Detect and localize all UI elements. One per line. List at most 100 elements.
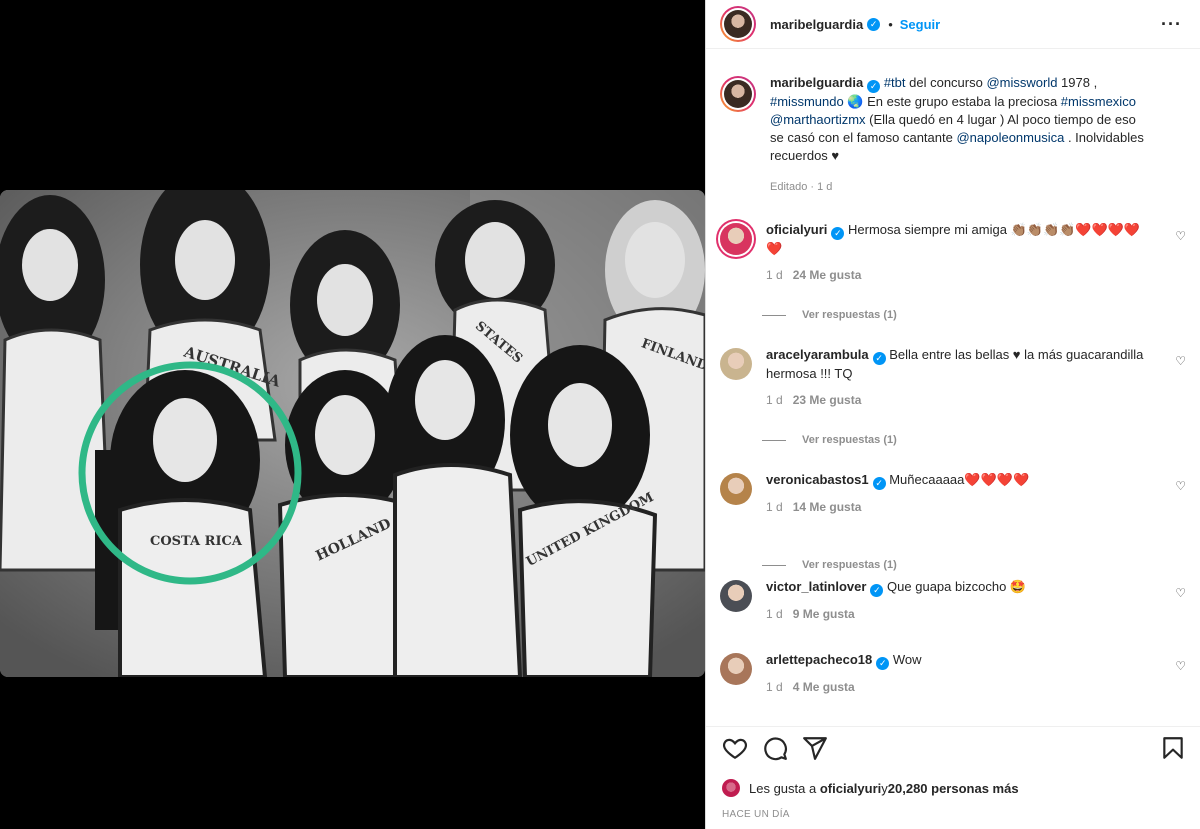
comment-heart-icon[interactable]: ♡: [1175, 354, 1186, 368]
group-photo-illustration: AUSTRALIA STATES FINLAND COSTA RICA HOLL…: [0, 190, 705, 677]
author-username[interactable]: maribelguardia: [770, 17, 863, 32]
comment-meta: 1 d 14 Me gusta: [766, 500, 1146, 514]
commenter-avatar[interactable]: [720, 473, 752, 505]
comment-message: Wow: [889, 652, 922, 667]
commenter-avatar[interactable]: [720, 348, 752, 380]
post-media-panel: AUSTRALIA STATES FINLAND COSTA RICA HOLL…: [0, 0, 705, 829]
comment-message: Muñecaaaaa❤️❤️❤️❤️: [885, 472, 1030, 487]
verified-badge-icon: ✓: [831, 227, 845, 240]
comment-body: victor_latinlover ✓ Que guapa bizcocho 🤩 1…: [766, 578, 1146, 621]
comment-like-count[interactable]: 24 Me gusta: [793, 268, 862, 282]
commenter-avatar[interactable]: [720, 653, 752, 685]
comment-age[interactable]: 1 d: [766, 500, 783, 514]
caption-link[interactable]: @napoleonmusica: [956, 130, 1064, 145]
comment-age[interactable]: 1 d: [766, 268, 783, 282]
comment-item: arlettepacheco18 ✓ Wow 1 d 4 Me gusta ♡: [720, 651, 1186, 694]
comment-age[interactable]: 1 d: [766, 680, 783, 694]
likes-prefix: Les gusta a: [749, 780, 817, 796]
share-icon[interactable]: [802, 735, 828, 761]
comment-username[interactable]: aracelyarambula: [766, 347, 869, 362]
comment-icon[interactable]: [762, 735, 788, 761]
comment-body: oficialyuri ✓ Hermosa siempre mi amiga 👏🏽…: [766, 221, 1146, 282]
comment-item: veronicabastos1 ✓ Muñecaaaaa❤️❤️❤️❤️ 1 d 14…: [720, 471, 1186, 514]
verified-badge-icon: ✓: [870, 584, 884, 597]
caption-link[interactable]: #missmundo: [770, 94, 844, 109]
comment-meta: 1 d 9 Me gusta: [766, 607, 1146, 621]
liker-username[interactable]: oficialyuri: [820, 781, 881, 796]
comment-like-count[interactable]: 14 Me gusta: [793, 500, 862, 514]
comment-like-count[interactable]: 4 Me gusta: [793, 680, 855, 694]
comment-meta: 1 d 23 Me gusta: [766, 393, 1146, 407]
comment-meta: 1 d 4 Me gusta: [766, 680, 1146, 694]
heart-icon[interactable]: [722, 735, 748, 761]
post-photo[interactable]: AUSTRALIA STATES FINLAND COSTA RICA HOLL…: [0, 190, 705, 677]
caption-link[interactable]: @missworld: [986, 75, 1057, 90]
verified-badge-icon: ✓: [867, 80, 881, 93]
comment-username[interactable]: arlettepacheco18: [766, 652, 872, 667]
comment-body: aracelyarambula ✓ Bella entre las bellas …: [766, 346, 1146, 407]
view-replies-link[interactable]: Ver respuestas (1): [762, 434, 897, 446]
post-details-panel: maribelguardia ✓ • Seguir ··· maribelgua…: [705, 0, 1200, 829]
action-bar: Les gusta a oficialyuri y 20,280 persona…: [706, 726, 1200, 829]
caption-text-part: 1978 ,: [1057, 75, 1098, 90]
comment-username[interactable]: oficialyuri: [766, 222, 827, 237]
comment-username[interactable]: victor_latinlover: [766, 579, 866, 594]
comment-username[interactable]: veronicabastos1: [766, 472, 869, 487]
comment-heart-icon[interactable]: ♡: [1175, 659, 1186, 673]
more-options-icon[interactable]: ···: [1161, 14, 1182, 35]
commenter-avatar[interactable]: [720, 580, 752, 612]
replies-divider: [762, 564, 786, 566]
commenter-avatar[interactable]: [720, 223, 752, 255]
view-replies-link[interactable]: Ver respuestas (1): [762, 309, 897, 321]
post-timestamp: HACE UN DÍA: [722, 809, 790, 820]
replies-label: Ver respuestas (1): [802, 559, 897, 571]
comment-body: arlettepacheco18 ✓ Wow 1 d 4 Me gusta: [766, 651, 1146, 694]
comment-heart-icon[interactable]: ♡: [1175, 229, 1186, 243]
likes-summary: Les gusta a oficialyuri y 20,280 persona…: [722, 779, 1019, 797]
caption-link[interactable]: #missmexico: [1061, 94, 1136, 109]
comment-item: victor_latinlover ✓ Que guapa bizcocho 🤩 1…: [720, 578, 1186, 621]
verified-badge-icon: ✓: [876, 657, 890, 670]
comment-item: aracelyarambula ✓ Bella entre las bellas …: [720, 346, 1186, 407]
comment-message: Que guapa bizcocho 🤩: [883, 579, 1027, 594]
caption-link[interactable]: #tbt: [884, 75, 906, 90]
likes-count[interactable]: 20,280 personas más: [888, 781, 1019, 796]
replies-divider: [762, 314, 786, 316]
comment-age[interactable]: 1 d: [766, 607, 783, 621]
caption-row: maribelguardia ✓ #tbt del concurso @missw…: [720, 74, 1186, 193]
comment-text: oficialyuri ✓ Hermosa siempre mi amiga 👏🏽…: [766, 221, 1146, 258]
follow-button[interactable]: Seguir: [900, 17, 940, 32]
caption-text-part: 🌏 En este grupo estaba la preciosa: [843, 94, 1061, 109]
comment-age[interactable]: 1 d: [766, 393, 783, 407]
comment-text: veronicabastos1 ✓ Muñecaaaaa❤️❤️❤️❤️: [766, 471, 1146, 490]
post-header: maribelguardia ✓ • Seguir ···: [706, 0, 1200, 49]
replies-label: Ver respuestas (1): [802, 434, 897, 446]
caption-username[interactable]: maribelguardia: [770, 75, 863, 90]
comment-like-count[interactable]: 9 Me gusta: [793, 607, 855, 621]
author-avatar-small[interactable]: [720, 76, 756, 112]
caption-edited: Editado · 1 d: [770, 181, 833, 193]
author-avatar[interactable]: [720, 6, 756, 42]
bookmark-icon[interactable]: [1160, 735, 1186, 761]
comment-like-count[interactable]: 23 Me gusta: [793, 393, 862, 407]
comment-body: veronicabastos1 ✓ Muñecaaaaa❤️❤️❤️❤️ 1 d 14…: [766, 471, 1146, 514]
comment-text: victor_latinlover ✓ Que guapa bizcocho 🤩: [766, 578, 1146, 597]
replies-label: Ver respuestas (1): [802, 309, 897, 321]
view-replies-link[interactable]: Ver respuestas (1): [762, 559, 897, 571]
comment-heart-icon[interactable]: ♡: [1175, 586, 1186, 600]
verified-badge-icon: ✓: [872, 477, 886, 490]
comment-text: arlettepacheco18 ✓ Wow: [766, 651, 1146, 670]
comment-heart-icon[interactable]: ♡: [1175, 479, 1186, 493]
comment-meta: 1 d 24 Me gusta: [766, 268, 1146, 282]
comment-text: aracelyarambula ✓ Bella entre las bellas …: [766, 346, 1146, 383]
liker-avatar[interactable]: [722, 779, 740, 797]
caption-link[interactable]: @marthaortizmx: [770, 112, 866, 127]
shirt-text-4: COSTA RICA: [150, 534, 243, 549]
caption-text: maribelguardia ✓ #tbt del concurso @missw…: [770, 74, 1150, 165]
verified-badge-icon: ✓: [872, 352, 886, 365]
verified-badge-icon: ✓: [867, 17, 881, 31]
comment-item: oficialyuri ✓ Hermosa siempre mi amiga 👏🏽…: [720, 221, 1186, 282]
separator-dot: •: [888, 16, 893, 32]
comments-scroll-area[interactable]: maribelguardia ✓ #tbt del concurso @missw…: [706, 49, 1200, 725]
replies-divider: [762, 439, 786, 441]
